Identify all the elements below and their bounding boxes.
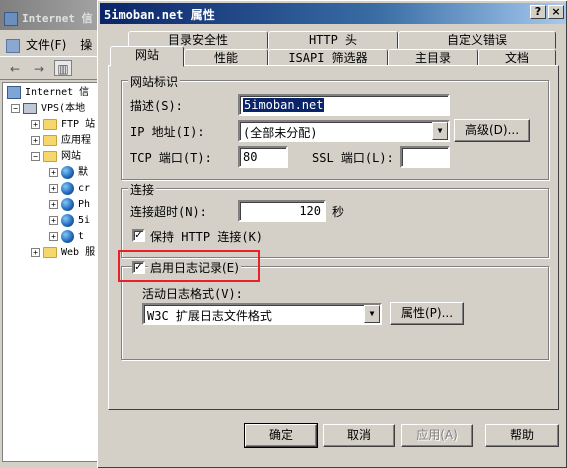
timeout-unit: 秒 [332, 205, 345, 219]
tree-node-ftp[interactable]: + FTP 站 [31, 117, 95, 133]
tab-http-headers[interactable]: HTTP 头 [268, 31, 398, 49]
forward-arrow-icon[interactable]: → [30, 61, 48, 77]
website-globe-icon [61, 213, 74, 227]
apply-button[interactable]: 应用(A) [401, 424, 473, 447]
ssl-port-label: SSL 端口(L): [312, 151, 394, 165]
expand-icon[interactable]: + [49, 231, 58, 241]
log-format-select[interactable]: W3C 扩展日志文件格式 ▼ [142, 303, 382, 325]
website-globe-icon [61, 229, 74, 243]
iis-toolbar: ← → ▥ [0, 56, 110, 80]
expand-icon[interactable]: + [49, 167, 58, 177]
iis-manager-title: Internet 信 [22, 12, 93, 25]
tree-node-websites[interactable]: − 网站 [31, 149, 81, 165]
dialog-titlebar: 5imoban.net 属性 [100, 3, 566, 24]
site-properties-dialog: 5imoban.net 属性 ? × 目录安全性 HTTP 头 自定义错误 网站… [97, 0, 567, 468]
folder-icon [43, 246, 57, 258]
site-identification-legend: 网站标识 [128, 73, 181, 90]
description-label: 描述(S): [130, 99, 183, 113]
tcp-port-label: TCP 端口(T): [130, 151, 212, 165]
iis-tree-view: Internet 信 − VPS(本地 + FTP 站 + 应用程 − 网站 + 默 + c… [2, 82, 108, 462]
log-properties-button[interactable]: 属性(P)... [390, 302, 464, 325]
connection-group: 连接 连接超时(N): 120 秒 ✓ 保持 HTTP 连接(K) [121, 181, 549, 258]
description-input[interactable]: 5imoban.net [238, 94, 450, 116]
website-tab-panel: 网站标识 描述(S): 5imoban.net IP 地址(I): (全部未分配… [108, 65, 559, 410]
tab-website[interactable]: 网站 [110, 46, 184, 67]
menu-file[interactable]: 文件(F) [26, 38, 66, 52]
iis-manager-window: Internet 信 文件(F) 操 ← → ▥ Internet 信 − VPS(本地… [0, 0, 110, 468]
expand-icon[interactable]: + [49, 215, 58, 225]
tree-node-site[interactable]: +5i [49, 213, 90, 229]
website-globe-icon [61, 197, 74, 211]
expand-icon[interactable]: + [31, 119, 40, 129]
timeout-label: 连接超时(N): [130, 205, 207, 219]
ip-address-label: IP 地址(I): [130, 125, 205, 139]
show-hide-tree-icon[interactable]: ▥ [54, 60, 72, 76]
timeout-input[interactable]: 120 [238, 200, 326, 222]
advanced-button[interactable]: 高级(D)... [454, 119, 530, 142]
website-globe-icon [61, 181, 74, 195]
dialog-title: 5imoban.net 属性 [104, 8, 215, 22]
connection-legend: 连接 [128, 181, 157, 198]
iis-manager-titlebar: Internet 信 [0, 0, 110, 30]
menu-operation[interactable]: 操 [80, 38, 92, 52]
console-icon [6, 38, 20, 53]
keepalive-label: 保持 HTTP 连接(K) [150, 230, 264, 244]
help-dialog-button[interactable]: 帮助 [485, 424, 559, 447]
close-button[interactable]: × [548, 5, 564, 19]
help-button[interactable]: ? [530, 5, 546, 19]
iis-root-icon [7, 85, 21, 99]
back-arrow-icon[interactable]: ← [6, 61, 24, 77]
tcp-port-input[interactable]: 80 [238, 146, 288, 168]
tree-node-site[interactable]: + Ph [49, 197, 90, 213]
site-identification-group: 网站标识 描述(S): 5imoban.net IP 地址(I): (全部未分配… [121, 73, 549, 180]
expand-icon[interactable]: + [31, 247, 40, 257]
keepalive-checkbox[interactable]: ✓ [132, 229, 145, 242]
expand-icon[interactable]: + [31, 135, 40, 145]
website-globe-icon [61, 165, 74, 179]
dropdown-arrow-icon[interactable]: ▼ [432, 122, 448, 140]
dropdown-arrow-icon[interactable]: ▼ [364, 305, 380, 323]
log-format-label: 活动日志格式(V): [142, 287, 243, 301]
tree-node-server[interactable]: − VPS(本地 [11, 101, 85, 117]
ip-address-select[interactable]: (全部未分配) ▼ [238, 120, 450, 142]
tree-node-site[interactable]: + 默 [49, 165, 88, 181]
cancel-button[interactable]: 取消 [323, 424, 395, 447]
tree-node-site[interactable]: + t [49, 229, 84, 245]
iis-menubar: 文件(F) 操 [0, 30, 110, 56]
tree-node-webext[interactable]: + Web 服 [31, 245, 95, 261]
tree-node-root[interactable]: Internet 信 [7, 85, 89, 101]
ok-button[interactable]: 确定 [244, 423, 318, 448]
highlight-annotation [118, 250, 260, 282]
folder-icon [43, 134, 57, 146]
expand-icon[interactable]: + [49, 199, 58, 209]
collapse-icon[interactable]: − [11, 103, 20, 113]
server-icon [23, 102, 37, 114]
tab-custom-errors[interactable]: 自定义错误 [398, 31, 556, 49]
folder-open-icon [43, 150, 57, 162]
iis-app-icon [4, 12, 18, 26]
tree-node-apppool[interactable]: + 应用程 [31, 133, 91, 149]
expand-icon[interactable]: + [49, 183, 58, 193]
tree-node-site[interactable]: + cr [49, 181, 90, 197]
collapse-icon[interactable]: − [31, 151, 40, 161]
folder-icon [43, 118, 57, 130]
ssl-port-input[interactable] [400, 146, 450, 168]
